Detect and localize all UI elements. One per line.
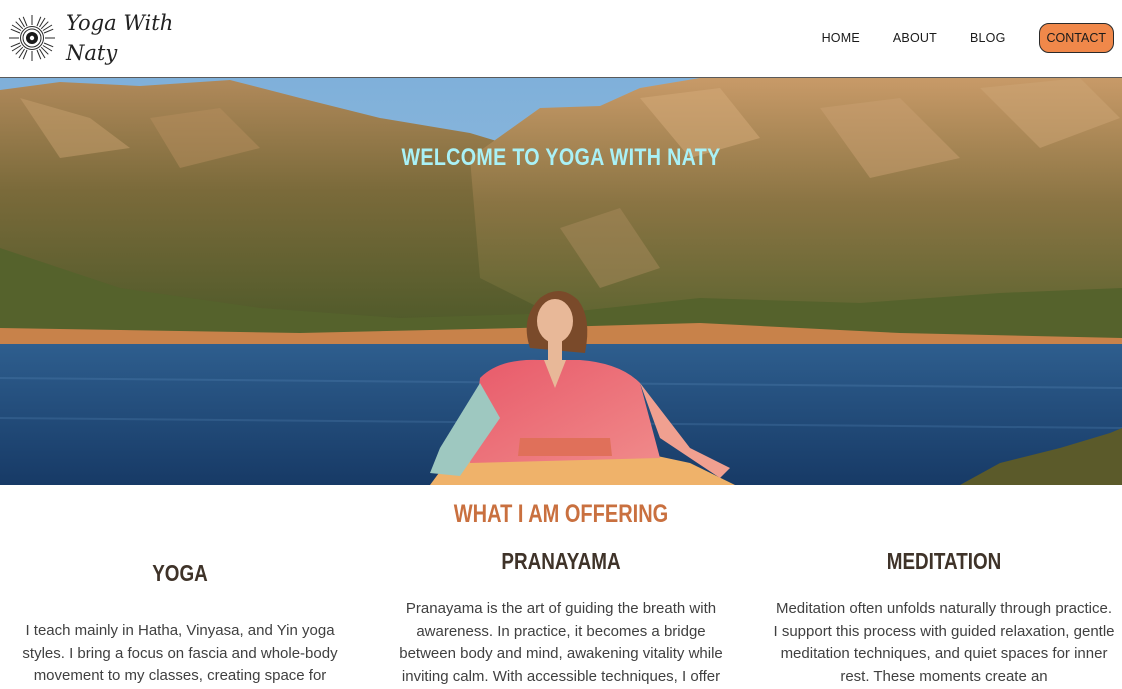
offering-heading: YOGA (152, 560, 208, 586)
offering-text: I teach mainly in Hatha, Vinyasa, and Yi… (22, 622, 338, 684)
offering-heading: PRANAYAMA (501, 548, 621, 574)
offering-column-yoga: YOGA I teach mainly in Hatha, Vinyasa, a… (20, 0, 340, 688)
offering-text: Pranayama is the art of guiding the brea… (399, 600, 723, 685)
offering-heading: MEDITATION (886, 548, 1002, 574)
offering-column-pranayama: PRANAYAMA Pranayama is the art of guidin… (396, 0, 726, 689)
offering-column-meditation: MEDITATION Meditation often unfolds natu… (773, 0, 1115, 688)
offering-text: Meditation often unfolds naturally throu… (773, 600, 1115, 685)
